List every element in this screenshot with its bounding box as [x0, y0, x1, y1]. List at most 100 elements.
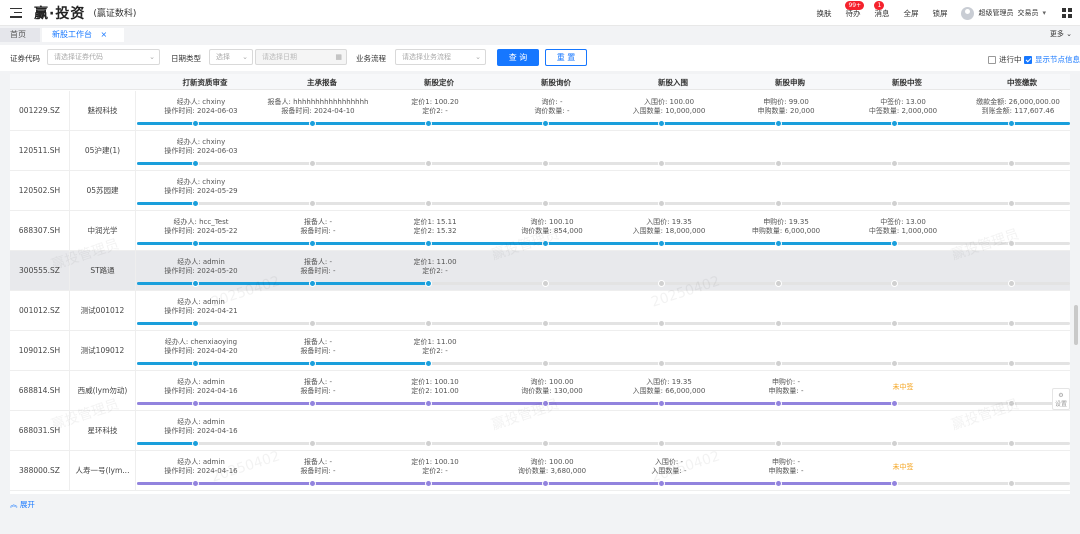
skin-button[interactable]: 换肤 [816, 8, 831, 19]
progress-node[interactable] [774, 440, 782, 447]
progress-node[interactable] [890, 240, 898, 247]
date-picker[interactable]: 请选择日期 ▦ [255, 49, 347, 65]
progress-node[interactable] [890, 320, 898, 327]
progress-node[interactable] [541, 400, 549, 407]
progress-node[interactable] [890, 120, 898, 127]
progress-node[interactable] [890, 360, 898, 367]
progress-node[interactable] [424, 400, 432, 407]
menu-toggle-icon[interactable] [10, 7, 22, 18]
progress-node[interactable] [191, 320, 199, 327]
progress-node[interactable] [657, 160, 665, 167]
progress-node[interactable] [890, 160, 898, 167]
progress-node[interactable] [541, 240, 549, 247]
close-icon[interactable]: × [101, 30, 108, 39]
progress-node[interactable] [1007, 400, 1015, 407]
table-row[interactable]: 109012.SH 测试109012 经办人: chenxiaoying 操作时间: … [10, 331, 1070, 371]
progress-node[interactable] [774, 240, 782, 247]
tab-home[interactable]: 首页 [0, 28, 40, 42]
code-select[interactable]: 请选择证券代码 ⌄ [47, 49, 160, 65]
progress-node[interactable] [541, 160, 549, 167]
progress-node[interactable] [1007, 280, 1015, 287]
progress-node[interactable] [890, 440, 898, 447]
progress-node[interactable] [1007, 320, 1015, 327]
scrollbar[interactable] [1074, 305, 1078, 345]
todo-button[interactable]: 99+ 待办 [845, 0, 865, 19]
progress-node[interactable] [890, 280, 898, 287]
table-row[interactable]: 001229.SZ 魅视科技 经办人: chxiny 操作时间: 2024-06-03… [10, 91, 1070, 131]
progress-node[interactable] [424, 440, 432, 447]
table-row[interactable]: 688307.SH 中润光学 经办人: hcc_Test 操作时间: 2024-05-… [10, 211, 1070, 251]
progress-node[interactable] [308, 120, 316, 127]
tab-ipo-workbench[interactable]: 新股工作台 × [42, 28, 124, 42]
progress-node[interactable] [890, 400, 898, 407]
table-row[interactable]: 120511.SH 05沪建(1) 经办人: chxiny 操作时间: 2024-06… [10, 131, 1070, 171]
progress-node[interactable] [774, 160, 782, 167]
progress-node[interactable] [657, 240, 665, 247]
search-button[interactable]: 查 询 [497, 49, 539, 66]
in-progress-checkbox[interactable]: 进行中 [988, 54, 1022, 65]
progress-node[interactable] [424, 200, 432, 207]
progress-node[interactable] [657, 200, 665, 207]
progress-node[interactable] [657, 480, 665, 487]
progress-node[interactable] [424, 240, 432, 247]
progress-node[interactable] [191, 400, 199, 407]
progress-node[interactable] [424, 360, 432, 367]
progress-node[interactable] [774, 280, 782, 287]
progress-node[interactable] [191, 480, 199, 487]
table-row[interactable]: 300555.SZ ST路通 经办人: admin 操作时间: 2024-05-20 报… [10, 251, 1070, 291]
progress-node[interactable] [657, 280, 665, 287]
progress-node[interactable] [657, 400, 665, 407]
progress-node[interactable] [308, 440, 316, 447]
progress-node[interactable] [191, 240, 199, 247]
progress-node[interactable] [541, 120, 549, 127]
progress-node[interactable] [308, 480, 316, 487]
reset-button[interactable]: 重 置 [545, 49, 587, 66]
progress-node[interactable] [308, 360, 316, 367]
table-row[interactable]: 388000.SZ 人寿一号(lym... 经办人: admin 操作时间: 2024… [10, 451, 1070, 491]
progress-node[interactable] [424, 480, 432, 487]
progress-node[interactable] [774, 320, 782, 327]
progress-node[interactable] [774, 200, 782, 207]
table-row[interactable]: 120502.SH 05苏园建 经办人: chxiny 操作时间: 2024-05-2… [10, 171, 1070, 211]
settings-button[interactable]: ⚙ 设置 [1052, 388, 1070, 410]
table-row[interactable]: 688031.SH 星环科技 经办人: admin 操作时间: 2024-04-16 [10, 411, 1070, 451]
progress-node[interactable] [774, 400, 782, 407]
progress-node[interactable] [657, 360, 665, 367]
progress-node[interactable] [541, 480, 549, 487]
progress-node[interactable] [657, 440, 665, 447]
progress-node[interactable] [890, 480, 898, 487]
table-row[interactable]: 688814.SH 西威(lym勿动) 经办人: admin 操作时间: 2024-0… [10, 371, 1070, 411]
progress-node[interactable] [541, 360, 549, 367]
message-button[interactable]: 1 消息 [874, 0, 889, 19]
progress-node[interactable] [541, 200, 549, 207]
progress-node[interactable] [424, 120, 432, 127]
progress-node[interactable] [308, 400, 316, 407]
date-type-select[interactable]: 选择 ⌄ [209, 49, 253, 65]
progress-node[interactable] [1007, 480, 1015, 487]
lock-button[interactable]: 锁屏 [932, 8, 947, 19]
progress-node[interactable] [308, 240, 316, 247]
flow-select[interactable]: 请选择业务流程 ⌄ [395, 49, 486, 65]
progress-node[interactable] [1007, 120, 1015, 127]
progress-node[interactable] [541, 280, 549, 287]
progress-node[interactable] [191, 120, 199, 127]
progress-node[interactable] [308, 320, 316, 327]
progress-node[interactable] [308, 160, 316, 167]
progress-node[interactable] [1007, 160, 1015, 167]
app-grid-icon[interactable] [1062, 8, 1072, 18]
user-menu[interactable]: 超级管理员 交易员 ▾ [961, 6, 1046, 20]
progress-node[interactable] [191, 160, 199, 167]
progress-node[interactable] [774, 360, 782, 367]
progress-node[interactable] [424, 320, 432, 327]
progress-node[interactable] [774, 480, 782, 487]
show-node-info-checkbox[interactable]: 显示节点信息 [1024, 54, 1080, 65]
progress-node[interactable] [1007, 240, 1015, 247]
progress-node[interactable] [308, 200, 316, 207]
progress-node[interactable] [657, 120, 665, 127]
fullscreen-button[interactable]: 全屏 [903, 8, 918, 19]
progress-node[interactable] [1007, 200, 1015, 207]
expand-button[interactable]: ︽ 展开 [10, 499, 35, 510]
progress-node[interactable] [1007, 360, 1015, 367]
progress-node[interactable] [191, 440, 199, 447]
progress-node[interactable] [541, 320, 549, 327]
